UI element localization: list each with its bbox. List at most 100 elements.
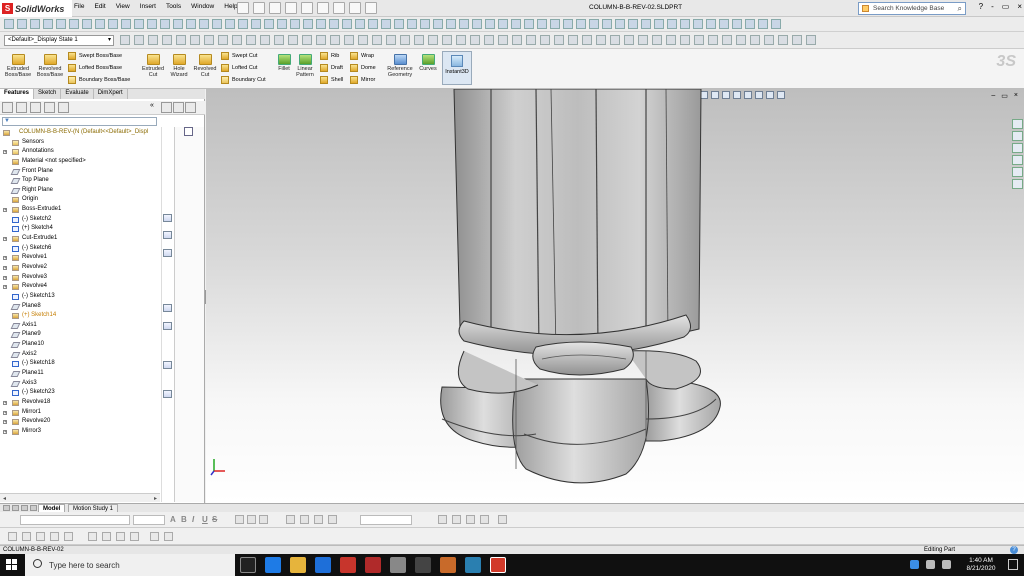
feature-tree-item[interactable]: Front Plane xyxy=(0,167,160,177)
toolbar-button-icon[interactable] xyxy=(358,35,368,45)
mail-icon[interactable] xyxy=(315,557,331,573)
dimxpert-manager-icon[interactable] xyxy=(44,102,55,113)
search-icon[interactable]: ⌕ xyxy=(958,4,962,14)
last-tab-icon[interactable] xyxy=(30,505,37,511)
toolbar-button-icon[interactable] xyxy=(329,19,339,29)
rectangle-icon[interactable] xyxy=(102,532,111,541)
linear-pattern-button[interactable]: Linear Pattern xyxy=(293,53,317,78)
toolbar-button-icon[interactable] xyxy=(750,35,760,45)
feature-tree-item[interactable]: Sensors xyxy=(0,138,160,148)
toolbar-button-icon[interactable] xyxy=(108,19,118,29)
rib-button[interactable]: Rib xyxy=(320,52,339,60)
toolbar-button-icon[interactable] xyxy=(420,19,430,29)
toolbar-button-icon[interactable] xyxy=(498,35,508,45)
toolbar-button-icon[interactable] xyxy=(736,35,746,45)
strikethrough-icon[interactable]: S xyxy=(212,515,217,524)
app-icon-orange[interactable] xyxy=(440,557,456,573)
lofted-boss-button[interactable]: Lofted Boss/Base xyxy=(68,64,122,72)
toolbar-button-icon[interactable] xyxy=(264,19,274,29)
align-right-icon[interactable] xyxy=(259,515,268,524)
revolved-boss-button[interactable]: Revolved Boss/Base xyxy=(36,53,64,78)
toolbar-button-icon[interactable] xyxy=(238,19,248,29)
toolbar-button-icon[interactable] xyxy=(615,19,625,29)
toolbar-button-icon[interactable] xyxy=(537,19,547,29)
expand-icon[interactable]: + xyxy=(3,237,7,242)
restore-button[interactable]: ▭ xyxy=(1002,2,1010,11)
bold-button-icon[interactable]: B xyxy=(181,515,187,524)
text-icon-1[interactable] xyxy=(286,515,295,524)
toolbar-button-icon[interactable] xyxy=(526,35,536,45)
extruded-boss-button[interactable]: Extruded Boss/Base xyxy=(4,53,32,78)
feature-filter-input[interactable]: ▼ xyxy=(2,117,157,126)
toolbar-button-icon[interactable] xyxy=(666,35,676,45)
toolbar-button-icon[interactable] xyxy=(498,19,508,29)
feature-tree-item[interactable]: + Mirror1 xyxy=(0,408,160,418)
toolbar-button-icon[interactable] xyxy=(442,35,452,45)
display-manager-icon[interactable] xyxy=(58,102,69,113)
toolbar-button-icon[interactable] xyxy=(290,19,300,29)
feature-tree-item[interactable]: Plane8 xyxy=(0,302,160,312)
toolbar-button-icon[interactable] xyxy=(246,35,256,45)
toolbar-button-icon[interactable] xyxy=(160,19,170,29)
menu-tools[interactable]: Tools xyxy=(166,3,181,10)
toolbar-button-icon[interactable] xyxy=(386,35,396,45)
toolbar-button-icon[interactable] xyxy=(148,35,158,45)
feature-tree-item[interactable]: + Cut-Extrude1 xyxy=(0,234,160,244)
scroll-right-icon[interactable]: ▸ xyxy=(154,495,157,502)
lofted-cut-button[interactable]: Lofted Cut xyxy=(221,64,257,72)
toolbar-button-icon[interactable] xyxy=(568,35,578,45)
toolbar-button-icon[interactable] xyxy=(485,19,495,29)
toolbar-button-icon[interactable] xyxy=(719,19,729,29)
feature-tree-item[interactable]: + Revolve4 xyxy=(0,282,160,292)
toolbar-button-icon[interactable] xyxy=(355,19,365,29)
toolbar-button-icon[interactable] xyxy=(511,19,521,29)
feature-tree-item[interactable]: (+) Sketch4 xyxy=(0,224,160,234)
toolbar-button-icon[interactable] xyxy=(277,19,287,29)
menu-window[interactable]: Window xyxy=(191,3,214,10)
toolbar-button-icon[interactable] xyxy=(4,19,14,29)
expand-icon[interactable]: + xyxy=(3,429,7,434)
toolbar-button-icon[interactable] xyxy=(722,35,732,45)
toolbar-button-icon[interactable] xyxy=(342,19,352,29)
notification-icon[interactable] xyxy=(1008,559,1018,570)
minimize-button[interactable]: - xyxy=(991,2,994,11)
toolbar-button-icon[interactable] xyxy=(758,19,768,29)
layer-icon-1[interactable] xyxy=(438,515,447,524)
toolbar-button-icon[interactable] xyxy=(302,35,312,45)
layer-icon-3[interactable] xyxy=(466,515,475,524)
toolbar-button-icon[interactable] xyxy=(512,35,522,45)
configuration-dropdown[interactable]: <Default>_Display State 1 ▾ xyxy=(4,35,114,46)
toolbar-button-icon[interactable] xyxy=(624,35,634,45)
toolbar-button-icon[interactable] xyxy=(120,35,130,45)
feature-tree-item[interactable]: Material <not specified> xyxy=(0,157,160,167)
toolbar-button-icon[interactable] xyxy=(303,19,313,29)
app-icon-dark[interactable] xyxy=(415,557,431,573)
column-model[interactable] xyxy=(206,89,1024,503)
boundary-boss-button[interactable]: Boundary Boss/Base xyxy=(68,76,130,84)
toolbar-button-icon[interactable] xyxy=(582,35,592,45)
expand-icon[interactable]: + xyxy=(3,150,7,155)
toolbar-button-icon[interactable] xyxy=(232,35,242,45)
open-icon[interactable] xyxy=(253,2,265,14)
toolbar-button-icon[interactable] xyxy=(628,19,638,29)
toolbar-button-icon[interactable] xyxy=(330,35,340,45)
toolbar-button-icon[interactable] xyxy=(381,19,391,29)
feature-tree-item[interactable]: (+) Sketch14 xyxy=(0,311,160,321)
draft-button[interactable]: Draft xyxy=(320,64,343,72)
toolbar-button-icon[interactable] xyxy=(792,35,802,45)
solidworks-active-icon[interactable] xyxy=(490,557,506,573)
feature-tree-item[interactable]: + Revolve20 xyxy=(0,417,160,427)
fillet-button[interactable]: Fillet xyxy=(273,53,295,72)
point-icon[interactable] xyxy=(36,532,45,541)
toolbar-button-icon[interactable] xyxy=(693,19,703,29)
dome-button[interactable]: Dome xyxy=(350,64,376,72)
toolbar-button-icon[interactable] xyxy=(540,35,550,45)
swept-boss-button[interactable]: Swept Boss/Base xyxy=(68,52,122,60)
toolbar-button-icon[interactable] xyxy=(554,35,564,45)
feature-tree-item[interactable]: Axis2 xyxy=(0,350,160,360)
toolbar-button-icon[interactable] xyxy=(745,19,755,29)
search-knowledge-base-input[interactable]: Search Knowledge Base ⌕ xyxy=(858,2,966,15)
options-icon[interactable] xyxy=(365,2,377,14)
toolbar-button-icon[interactable] xyxy=(316,19,326,29)
feature-tree-item[interactable]: Top Plane xyxy=(0,176,160,186)
